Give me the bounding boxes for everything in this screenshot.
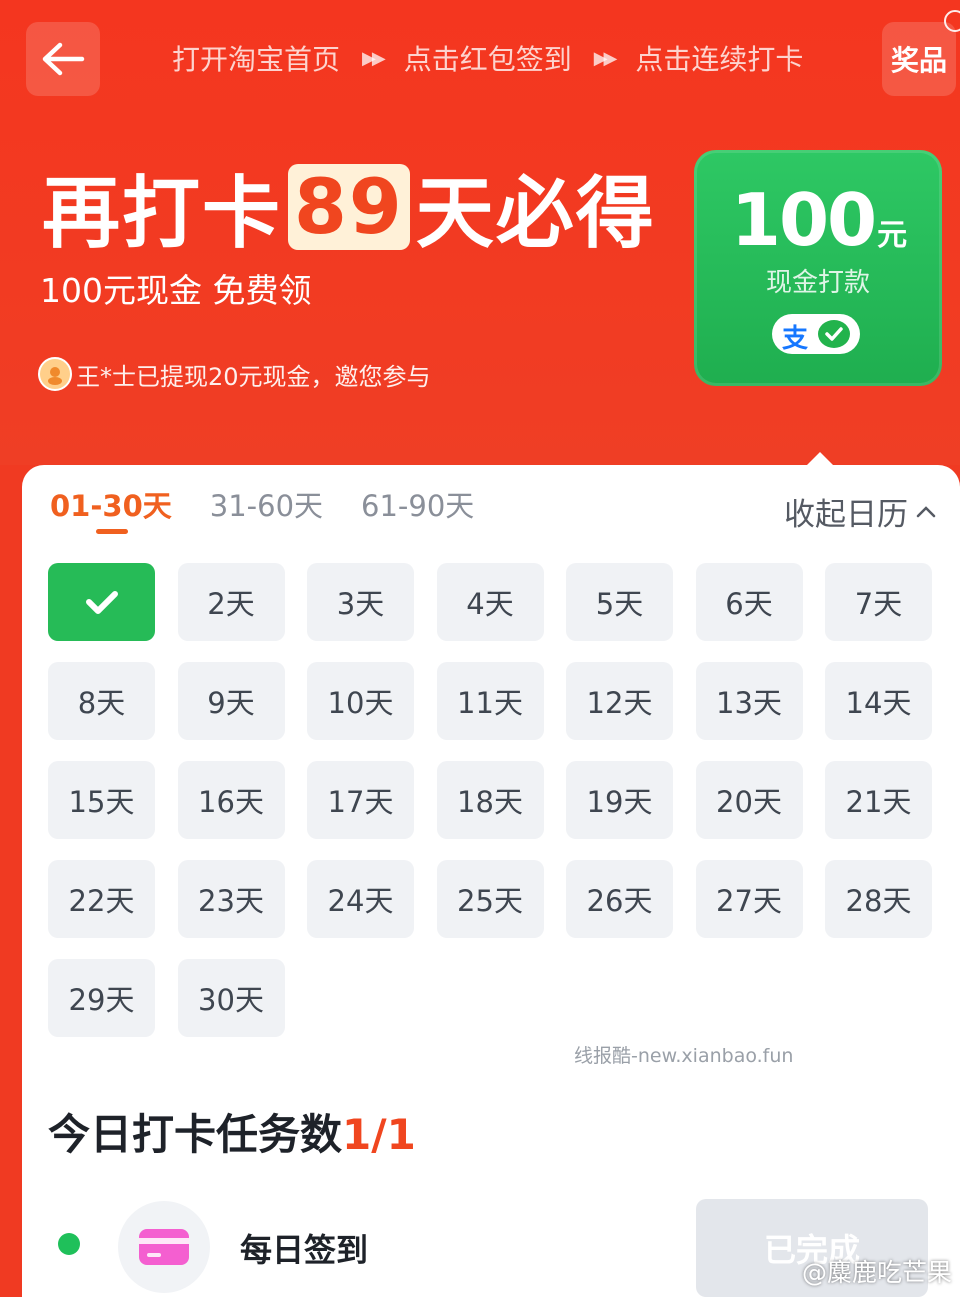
collapse-calendar-button[interactable]: 收起日历	[784, 489, 938, 534]
headline: 再打卡 89 天必得	[42, 162, 656, 260]
tab-61-90[interactable]: 61-90天	[361, 483, 474, 525]
day-cell[interactable]: 18天	[436, 761, 544, 839]
day-cell[interactable]: 2天	[177, 563, 285, 641]
task-heading-text: 今日打卡任务数	[48, 1110, 343, 1159]
steps-guide: 打开淘宝首页 ▶▶ 点击红包签到 ▶▶ 点击连续打卡	[172, 38, 803, 78]
prize-button[interactable]: 奖品	[882, 22, 956, 96]
subline: 100元现金 免费领	[40, 271, 312, 310]
day-cell[interactable]: 4天	[436, 563, 544, 641]
reward-value: 100	[730, 178, 877, 262]
tab-01-30[interactable]: 01-30天	[50, 483, 172, 534]
reward-amount: 100元	[694, 178, 942, 262]
day-cell[interactable]: 26天	[566, 860, 673, 938]
calendar-panel: 01-30天 31-60天 61-90天 收起日历 2天 3天 4天 5天 6天…	[22, 465, 960, 1297]
avatar	[38, 357, 72, 391]
wechat-pay-icon	[818, 320, 850, 348]
payment-methods: 支	[772, 314, 860, 354]
day-cell[interactable]: 30天	[177, 959, 285, 1037]
day-cell[interactable]: 8天	[48, 662, 155, 740]
day-cell[interactable]: 19天	[566, 761, 673, 839]
status-dot	[58, 1233, 80, 1255]
day-cell[interactable]: 21天	[825, 761, 932, 839]
day-cell[interactable]: 22天	[48, 860, 155, 938]
day-cell[interactable]: 15天	[48, 761, 155, 839]
headline-prefix: 再打卡	[42, 169, 283, 259]
day-grid: 2天 3天 4天 5天 6天 7天 8天 9天 10天 11天 12天 13天 …	[48, 563, 934, 1037]
day-cell[interactable]: 16天	[177, 761, 285, 839]
day-cell[interactable]: 23天	[177, 860, 285, 938]
task-count: 1/1	[342, 1110, 416, 1159]
step-1: 打开淘宝首页	[172, 43, 341, 76]
day-cell[interactable]: 7天	[825, 563, 932, 641]
chevron-up-icon	[916, 505, 936, 517]
arrow-left-icon	[42, 42, 85, 76]
day-cell[interactable]: 27天	[695, 860, 803, 938]
reward-label: 现金打款	[765, 268, 870, 298]
withdraw-notice: 王*士已提现20元现金，邀您参与	[38, 356, 431, 392]
circle-icon	[944, 10, 960, 32]
reward-unit: 元	[877, 218, 907, 253]
day-cell[interactable]: 11天	[436, 662, 544, 740]
double-arrow-icon: ▶▶	[362, 47, 386, 69]
alipay-icon: 支	[782, 324, 809, 354]
day-cell[interactable]: 20天	[695, 761, 803, 839]
day-cell[interactable]: 13天	[695, 662, 803, 740]
days-remaining-badge: 89	[288, 164, 410, 250]
user-avatar-icon	[48, 367, 62, 385]
day-cell[interactable]: 29天	[48, 959, 155, 1037]
double-arrow-icon: ▶▶	[593, 47, 618, 69]
day-cell[interactable]: 3天	[307, 563, 414, 641]
weibo-credit: @麋鹿吃芒果	[801, 1258, 952, 1287]
watermark-text: 线报酷-new.xianbao.fun	[574, 1045, 794, 1067]
day-cell[interactable]: 10天	[307, 662, 414, 740]
day-cell[interactable]: 28天	[825, 860, 932, 938]
day-cell[interactable]: 17天	[307, 761, 414, 839]
day-cell[interactable]: 12天	[566, 662, 673, 740]
panel-pointer	[806, 452, 834, 466]
step-3: 点击连续打卡	[635, 43, 804, 76]
collapse-label: 收起日历	[784, 497, 908, 533]
day-cell[interactable]: 9天	[177, 662, 285, 740]
notice-text: 王*士已提现20元现金，邀您参与	[76, 362, 431, 391]
day-cell[interactable]: 24天	[307, 860, 414, 938]
day-cell[interactable]: 5天	[566, 563, 673, 641]
back-button[interactable]	[26, 22, 100, 96]
card-icon	[139, 1229, 189, 1265]
task-icon-container	[118, 1201, 210, 1293]
task-heading: 今日打卡任务数1/1	[48, 1101, 416, 1162]
day-cell[interactable]: 6天	[695, 563, 803, 641]
check-icon	[85, 591, 118, 614]
headline-suffix: 天必得	[415, 169, 656, 259]
step-2: 点击红包签到	[403, 43, 572, 76]
range-tabs: 01-30天 31-60天 61-90天	[50, 483, 474, 534]
day-cell-1-checked[interactable]	[48, 563, 155, 641]
day-cell[interactable]: 25天	[436, 860, 544, 938]
task-name: 每日签到	[240, 1231, 369, 1269]
tab-31-60[interactable]: 31-60天	[210, 483, 323, 525]
reward-card[interactable]: 100元 现金打款 支	[694, 150, 942, 386]
day-cell[interactable]: 14天	[825, 662, 932, 740]
